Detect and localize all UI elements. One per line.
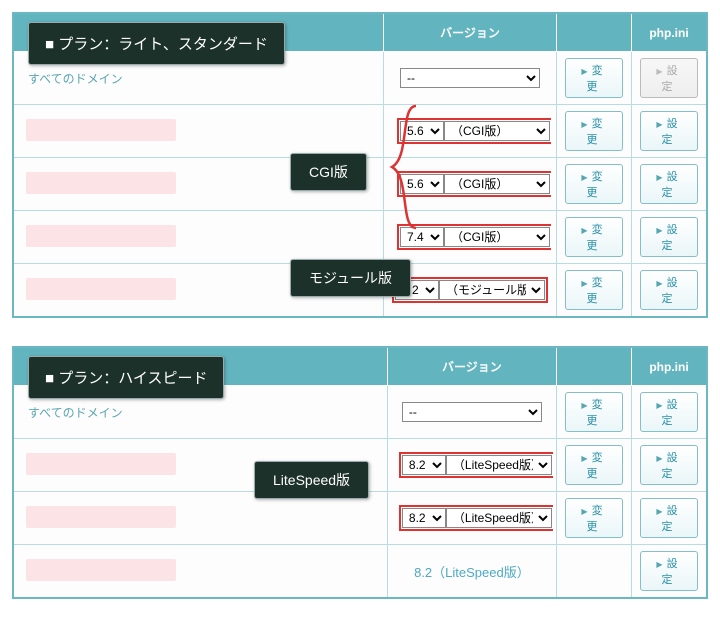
settings-button[interactable]: 設定 [640, 498, 698, 538]
settings-button[interactable]: 設定 [640, 551, 698, 591]
version-number-select[interactable]: 8.2 [402, 508, 446, 528]
settings-button[interactable]: 設定 [640, 392, 698, 432]
version-kind-select[interactable]: （LiteSpeed版） [446, 508, 552, 528]
col-change [557, 14, 632, 52]
domain-redacted [26, 225, 176, 247]
settings-button[interactable]: 設定 [640, 270, 698, 310]
settings-button[interactable]: 設定 [640, 445, 698, 485]
panel-highspeed: ■ プラン：ハイスピード LiteSpeed版 バージョン php.ini すべ… [12, 346, 708, 599]
version-kind-select[interactable]: （CGI版） [444, 227, 550, 247]
change-button[interactable]: 変更 [565, 498, 623, 538]
version-select-all[interactable]: -- [402, 402, 542, 422]
settings-button[interactable]: 設定 [640, 217, 698, 257]
col-phpini: php.ini [632, 14, 707, 52]
plan-label-highspeed: ■ プラン：ハイスピード [28, 356, 224, 399]
domain-redacted [26, 453, 176, 475]
settings-button[interactable]: 設定 [640, 111, 698, 151]
brace-icon [388, 102, 418, 232]
litespeed-fixed-text: 8.2（LiteSpeed版） [414, 565, 530, 580]
change-button[interactable]: 変更 [565, 217, 623, 257]
table-row: 8.2 （LiteSpeed版） 変更 設定 [14, 492, 706, 545]
version-number-select[interactable]: 8.2 [402, 455, 446, 475]
version-select-all[interactable]: -- [400, 68, 540, 88]
domain-redacted [26, 506, 176, 528]
version-kind-select[interactable]: （CGI版） [444, 174, 550, 194]
col-phpini: php.ini [631, 348, 706, 386]
change-button[interactable]: 変更 [565, 445, 623, 485]
version-kind-select[interactable]: （モジュール版） [439, 280, 545, 300]
domain-redacted [26, 172, 176, 194]
version-kind-select[interactable]: （CGI版） [444, 121, 550, 141]
table-row: 5.6 （CGI版） 変更 設定 [14, 105, 706, 158]
plan-label-lite-standard: ■ プラン：ライト、スタンダード [28, 22, 285, 65]
callout-litespeed: LiteSpeed版 [254, 461, 369, 499]
table-row: 7.4 （CGI版） 変更 設定 [14, 211, 706, 264]
callout-module: モジュール版 [290, 259, 411, 297]
settings-button[interactable]: 設定 [640, 164, 698, 204]
domain-redacted [26, 119, 176, 141]
callout-cgi: CGI版 [290, 153, 367, 191]
change-button[interactable]: 変更 [565, 270, 623, 310]
panel-lite-standard: ■ プラン：ライト、スタンダード CGI版 モジュール版 バージョン php.i… [12, 12, 708, 318]
version-kind-select[interactable]: （LiteSpeed版） [446, 455, 552, 475]
domain-redacted [26, 278, 176, 300]
all-domains-label: すべてのドメイン [22, 406, 123, 420]
table-row: 8.2（LiteSpeed版） 設定 [14, 545, 706, 598]
settings-button-disabled: 設定 [640, 58, 698, 98]
change-button[interactable]: 変更 [565, 58, 623, 98]
col-version: バージョン [384, 14, 557, 52]
change-button[interactable]: 変更 [565, 111, 623, 151]
all-domains-label: すべてのドメイン [22, 72, 123, 86]
change-button[interactable]: 変更 [565, 164, 623, 204]
change-button[interactable]: 変更 [565, 392, 623, 432]
col-change [556, 348, 631, 386]
col-version: バージョン [387, 348, 556, 386]
domain-redacted [26, 559, 176, 581]
